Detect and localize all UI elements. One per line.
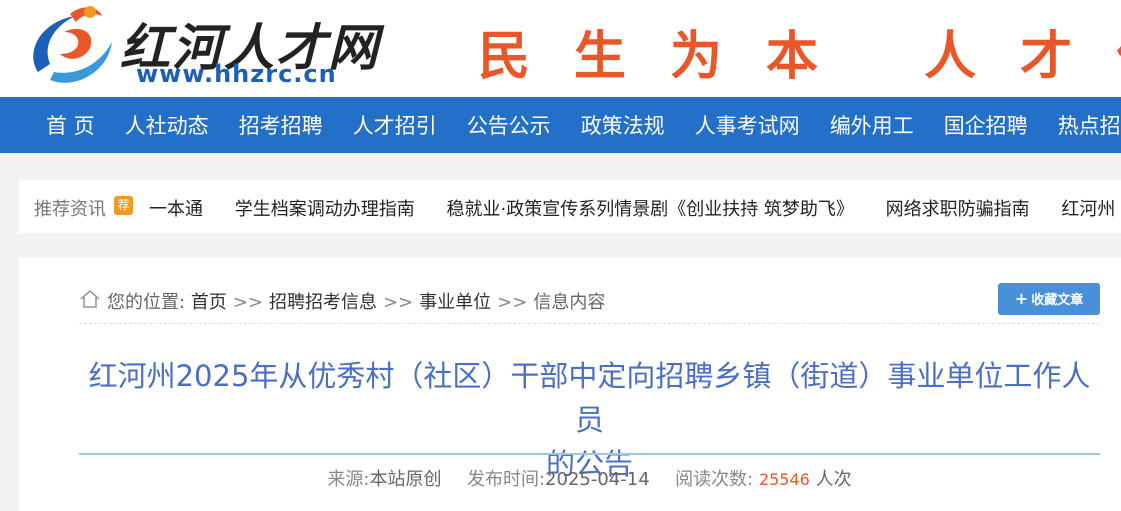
recommend-link[interactable]: 网络求职防骗指南 [886, 199, 1030, 220]
breadcrumb-separator: >> [497, 292, 528, 313]
logo-mark-icon [33, 6, 112, 83]
nav-item-soe-recruitment[interactable]: 国企招聘 [944, 110, 1028, 140]
site-logo[interactable]: 红河人才网 www.hhzrc.cn [20, 2, 378, 94]
views-label: 阅读次数: [675, 469, 754, 490]
nav-item-home[interactable]: 首 页 [46, 110, 95, 140]
recommend-bar: 推荐资讯 荐 一本通 学生档案调动办理指南 稳就业·政策宣传系列情景剧《创业扶持… [19, 180, 1121, 233]
nav-item-contract-staff[interactable]: 编外用工 [830, 110, 914, 140]
breadcrumb-trail: 您的位置: 首页 >> 招聘招考信息 >> 事业单位 >> 信息内容 [107, 288, 605, 314]
article-meta: 来源:本站原创 发布时间:2025-04-14 阅读次数: 25546 人次 [79, 465, 1100, 491]
views-count: 25546 [758, 470, 810, 489]
breadcrumb-current: 信息内容 [533, 292, 606, 313]
breadcrumb-recruitment-info[interactable]: 招聘招考信息 [269, 292, 377, 313]
views-unit: 人次 [815, 469, 852, 490]
recommend-link[interactable]: 一本通 [149, 199, 203, 220]
recommend-link[interactable]: 红河州 [1061, 199, 1115, 220]
breadcrumb-public-institutions[interactable]: 事业单位 [419, 292, 491, 313]
article-title-line: 红河州2025年从优秀村（社区）干部中定向招聘乡镇（街道）事业单位工作人员 [88, 359, 1091, 437]
recommend-link[interactable]: 学生档案调动办理指南 [235, 199, 415, 220]
recommend-badge: 荐 [114, 196, 133, 215]
publish-date: 2025-04-14 [545, 469, 650, 490]
header-slogan: 民生为本 人才优 [478, 26, 1121, 87]
nav-item-announcements[interactable]: 公告公示 [467, 110, 551, 140]
source-value: 本站原创 [369, 469, 442, 490]
nav-item-talent-attraction[interactable]: 人才招引 [353, 110, 437, 140]
logo-url: www.hhzrc.cn [136, 60, 337, 88]
recommend-label: 推荐资讯 [34, 199, 106, 220]
recommend-list: 一本通 学生档案调动办理指南 稳就业·政策宣传系列情景剧《创业扶持 筑梦助飞》 … [149, 195, 1121, 221]
breadcrumb-separator: >> [382, 292, 414, 313]
breadcrumb-separator: >> [232, 292, 263, 313]
recommend-link[interactable]: 稳就业·政策宣传系列情景剧《创业扶持 筑梦助飞》 [446, 199, 853, 220]
source-label: 来源: [327, 469, 370, 490]
nav-item-hot-topics[interactable]: 热点招 [1058, 110, 1121, 140]
main-nav: 首 页 人社动态 招考招聘 人才招引 公告公示 政策法规 人事考试网 编外用工 … [0, 97, 1121, 153]
nav-item-policies[interactable]: 政策法规 [581, 110, 665, 140]
publish-label: 发布时间: [466, 469, 546, 490]
nav-item-exam-site[interactable]: 人事考试网 [695, 110, 800, 140]
favorite-article-button[interactable]: + 收藏文章 [998, 283, 1100, 315]
breadcrumb: 您的位置: 首页 >> 招聘招考信息 >> 事业单位 >> 信息内容 [79, 280, 1100, 324]
article-card: 您的位置: 首页 >> 招聘招考信息 >> 事业单位 >> 信息内容 + 收藏文章 红河州20… [19, 258, 1121, 511]
title-divider [79, 453, 1100, 455]
site-header: 红河人才网 www.hhzrc.cn 民生为本 人才优 [0, 0, 1121, 97]
favorite-button-label: 收藏文章 [1031, 293, 1084, 308]
nav-item-hr-news[interactable]: 人社动态 [125, 110, 209, 140]
breadcrumb-prefix: 您的位置: [107, 292, 186, 313]
breadcrumb-home[interactable]: 首页 [191, 292, 227, 313]
nav-item-recruitment[interactable]: 招考招聘 [239, 110, 323, 140]
home-icon [80, 289, 100, 308]
plus-icon: + [1014, 289, 1029, 308]
